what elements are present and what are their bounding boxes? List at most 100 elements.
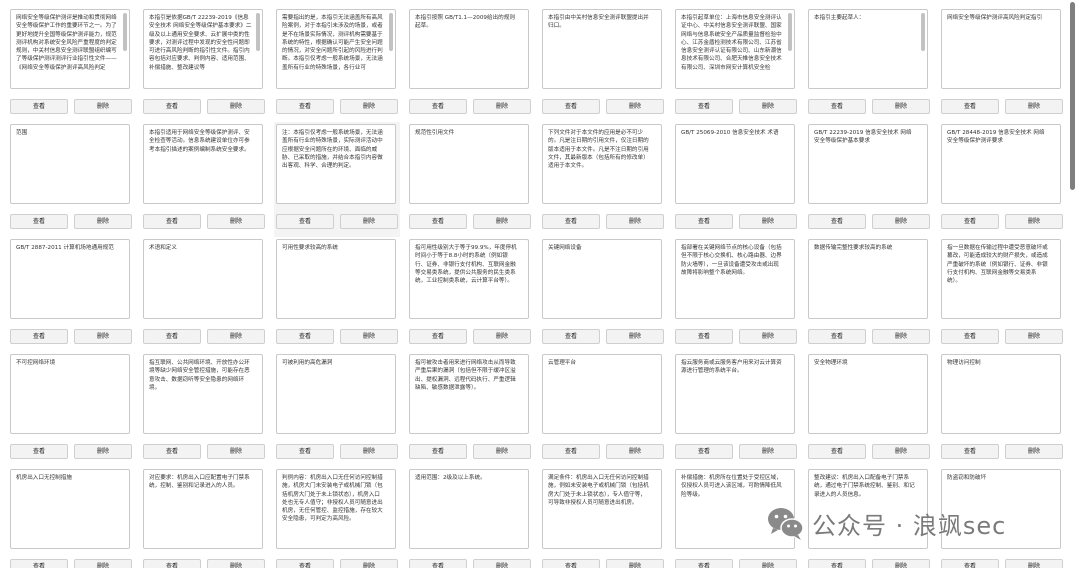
delete-button[interactable]: 删除 [473, 99, 531, 114]
view-button[interactable]: 查看 [675, 559, 733, 568]
view-button[interactable]: 查看 [409, 444, 467, 459]
view-button[interactable]: 查看 [409, 214, 467, 229]
delete-button[interactable]: 删除 [739, 99, 797, 114]
entry-textarea[interactable]: 指一旦数据在传输过程中遭受恶意破坏或篡改，可能造成较大的财产损失，或造成严重破坏… [941, 239, 1061, 319]
view-button[interactable]: 查看 [276, 559, 334, 568]
view-button[interactable]: 查看 [808, 559, 866, 568]
entry-textarea[interactable]: 规范性引用文件 [409, 124, 529, 204]
view-button[interactable]: 查看 [941, 559, 999, 568]
view-button[interactable]: 查看 [276, 214, 334, 229]
delete-button[interactable]: 删除 [872, 444, 930, 459]
delete-button[interactable]: 删除 [1005, 444, 1063, 459]
delete-button[interactable]: 删除 [606, 99, 664, 114]
delete-button[interactable]: 删除 [872, 214, 930, 229]
entry-textarea[interactable]: 术语和定义 [143, 239, 263, 319]
delete-button[interactable]: 删除 [1005, 99, 1063, 114]
view-button[interactable]: 查看 [542, 444, 600, 459]
delete-button[interactable]: 删除 [340, 444, 398, 459]
entry-textarea[interactable]: 对应要求：机房出入口应配置电子门禁系统，控制、鉴别和记录进入的人员。 [143, 469, 263, 549]
entry-textarea[interactable]: 本指引由中关村信息安全测评联盟提出并归口。 [542, 9, 662, 89]
entry-textarea[interactable]: 指部署在关键网络节点的核心设备（包括但不限于核心交换机、核心路由器、边界防火墙等… [675, 239, 795, 319]
delete-button[interactable]: 删除 [739, 559, 797, 568]
delete-button[interactable]: 删除 [739, 329, 797, 344]
view-button[interactable]: 查看 [542, 559, 600, 568]
view-button[interactable]: 查看 [675, 329, 733, 344]
view-button[interactable]: 查看 [10, 214, 68, 229]
view-button[interactable]: 查看 [808, 329, 866, 344]
entry-textarea[interactable]: GB/T 25069-2010 信息安全技术 术语 [675, 124, 795, 204]
view-button[interactable]: 查看 [941, 444, 999, 459]
view-button[interactable]: 查看 [276, 99, 334, 114]
entry-textarea[interactable]: 适用范围：2级及以上系统。 [409, 469, 529, 549]
view-button[interactable]: 查看 [542, 214, 600, 229]
entry-textarea[interactable]: 范围 [10, 124, 130, 204]
entry-textarea[interactable]: 指云服务商或云服务客户用来对云计算资源进行管理的系统平台。 [675, 354, 795, 434]
delete-button[interactable]: 删除 [74, 214, 132, 229]
entry-textarea[interactable]: 本指引是依据GB/T 22239-2019《信息安全技术 网络安全等级保护基本要… [143, 9, 263, 89]
view-button[interactable]: 查看 [143, 559, 201, 568]
entry-textarea[interactable]: 可被利用的高危漏洞 [276, 354, 396, 434]
entry-textarea[interactable]: 云管理平台 [542, 354, 662, 434]
view-button[interactable]: 查看 [675, 99, 733, 114]
textarea-scrollbar[interactable] [123, 13, 127, 51]
delete-button[interactable]: 删除 [606, 559, 664, 568]
entry-textarea[interactable]: 本指引主要起草人： [808, 9, 928, 89]
entry-textarea[interactable]: 物理访问控制 [941, 354, 1061, 434]
view-button[interactable]: 查看 [941, 99, 999, 114]
delete-button[interactable]: 删除 [207, 214, 265, 229]
view-button[interactable]: 查看 [808, 444, 866, 459]
delete-button[interactable]: 删除 [207, 99, 265, 114]
delete-button[interactable]: 删除 [1005, 329, 1063, 344]
view-button[interactable]: 查看 [409, 99, 467, 114]
entry-textarea[interactable]: 注：本指引仅考虑一般系统场景，无法涵盖所有行业的特殊场景，实际测评活动中应根据安… [276, 124, 396, 204]
delete-button[interactable]: 删除 [872, 99, 930, 114]
view-button[interactable]: 查看 [276, 329, 334, 344]
textarea-scrollbar[interactable] [256, 13, 260, 51]
entry-textarea[interactable]: 指互联网、公共网络环境、开放性办公环境等缺少网络安全管控措施，可能存在恶意攻击、… [143, 354, 263, 434]
page-scrollbar[interactable] [1068, 0, 1080, 568]
delete-button[interactable]: 删除 [606, 444, 664, 459]
entry-textarea[interactable]: 不可控网络环境 [10, 354, 130, 434]
entry-textarea[interactable]: GB/T 2887-2011 计算机场地通用规范 [10, 239, 130, 319]
delete-button[interactable]: 删除 [872, 559, 930, 568]
view-button[interactable]: 查看 [808, 214, 866, 229]
delete-button[interactable]: 删除 [473, 214, 531, 229]
view-button[interactable]: 查看 [10, 329, 68, 344]
entry-textarea[interactable]: 满足条件：机房出入口无任何访问控制措施，例如未安装电子或机械门锁（包括机房大门处… [542, 469, 662, 549]
delete-button[interactable]: 删除 [606, 329, 664, 344]
view-button[interactable]: 查看 [941, 329, 999, 344]
entry-textarea[interactable]: 指可用性级别大于等于99.9%，年度停机时间小于等于8.8小时的系统（例如银行、… [409, 239, 529, 319]
view-button[interactable]: 查看 [542, 99, 600, 114]
entry-textarea[interactable]: 安全物理环境 [808, 354, 928, 434]
entry-textarea[interactable]: 机房出入口无控制措施 [10, 469, 130, 549]
delete-button[interactable]: 删除 [74, 329, 132, 344]
entry-textarea[interactable]: 本指引按照 GB/T1.1—2009给出的规则起草。 [409, 9, 529, 89]
entry-textarea[interactable]: 网络安全等级保护测评高风险判定指引 [941, 9, 1061, 89]
delete-button[interactable]: 删除 [872, 329, 930, 344]
entry-textarea[interactable]: 需要指出的是，本指引无法涵盖所有高风险案例，对于本指引未涉及的场景，或者是不在场… [276, 9, 396, 89]
entry-textarea[interactable]: 下列文件对于本文件的应用是必不可少的。凡是注日期的引用文件，仅注日期的版本适用于… [542, 124, 662, 204]
textarea-scrollbar[interactable] [389, 13, 393, 51]
view-button[interactable]: 查看 [10, 444, 68, 459]
delete-button[interactable]: 删除 [473, 444, 531, 459]
view-button[interactable]: 查看 [143, 99, 201, 114]
delete-button[interactable]: 删除 [1005, 214, 1063, 229]
view-button[interactable]: 查看 [143, 329, 201, 344]
view-button[interactable]: 查看 [941, 214, 999, 229]
view-button[interactable]: 查看 [409, 329, 467, 344]
delete-button[interactable]: 删除 [340, 559, 398, 568]
entry-textarea[interactable]: GB/T 22239-2019 信息安全技术 网络安全等级保护基本要求 [808, 124, 928, 204]
delete-button[interactable]: 删除 [606, 214, 664, 229]
delete-button[interactable]: 删除 [473, 329, 531, 344]
delete-button[interactable]: 删除 [340, 214, 398, 229]
entry-textarea[interactable]: 关键网络设备 [542, 239, 662, 319]
textarea-scrollbar[interactable] [788, 13, 792, 51]
delete-button[interactable]: 删除 [739, 214, 797, 229]
delete-button[interactable]: 删除 [340, 329, 398, 344]
view-button[interactable]: 查看 [276, 444, 334, 459]
entry-textarea[interactable]: 本指引起草单位：上海市信息安全测评认证中心、中关村信息安全测评联盟、国家网络与信… [675, 9, 795, 89]
delete-button[interactable]: 删除 [1005, 559, 1063, 568]
view-button[interactable]: 查看 [10, 559, 68, 568]
delete-button[interactable]: 删除 [739, 444, 797, 459]
entry-textarea[interactable]: 判例内容：机房出入口无任何访问控制措施，机房大门未安装电子或机械门锁（包括机房大… [276, 469, 396, 549]
